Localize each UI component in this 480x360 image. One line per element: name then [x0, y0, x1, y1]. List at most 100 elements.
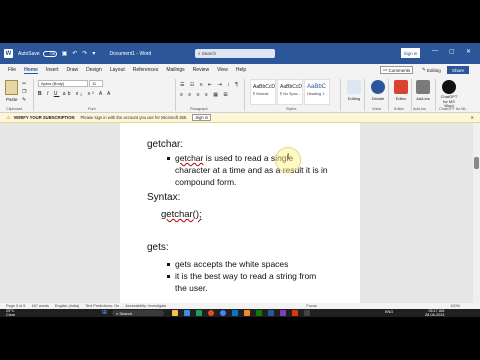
- gets-heading: gets:: [147, 242, 169, 253]
- editor-icon[interactable]: [394, 80, 408, 94]
- warning-icon: ⚠: [6, 114, 11, 121]
- language-indicator-tray[interactable]: ENG: [385, 310, 393, 314]
- title-search-box[interactable]: ⌕ Search: [195, 49, 275, 58]
- tab-help[interactable]: Help: [236, 67, 246, 73]
- page-count[interactable]: Page 3 of 5: [6, 304, 25, 308]
- sign-in-button[interactable]: Sign in: [401, 48, 420, 58]
- text-predictions[interactable]: Text Predictions: On: [85, 304, 119, 308]
- app-icon[interactable]: [244, 310, 250, 316]
- banner-close-icon[interactable]: ✕: [470, 115, 474, 120]
- tab-draw[interactable]: Draw: [66, 67, 78, 73]
- taskbar-search-placeholder: Search: [119, 310, 133, 316]
- font-name-dropdown[interactable]: Aptos (Body): [38, 80, 88, 87]
- app-icon[interactable]: [292, 310, 298, 316]
- autosave-toggle[interactable]: Off: [42, 50, 57, 57]
- ribbon-tabs: File Home Insert Draw Design Layout Refe…: [0, 64, 480, 76]
- gets-bullet2-line2: the user.: [175, 283, 208, 293]
- format-painter-icon[interactable]: ✎: [22, 97, 26, 103]
- banner-sign-in-button[interactable]: Sign in: [192, 114, 212, 121]
- editing-mode-button[interactable]: ✎ Editing: [420, 66, 443, 74]
- banner-title: VERIFY YOUR SUBSCRIPTION: [13, 115, 75, 120]
- syntax-heading: Syntax:: [147, 192, 181, 203]
- tab-layout[interactable]: Layout: [110, 67, 125, 73]
- app-icon[interactable]: [196, 310, 202, 316]
- editing-button-label: Editing: [347, 96, 361, 101]
- tab-review[interactable]: Review: [193, 67, 209, 73]
- browser-icon[interactable]: [208, 310, 214, 316]
- chatgpt-icon[interactable]: [442, 80, 456, 94]
- style-no-spacing[interactable]: AaBbCcD ¶ No Spac...: [277, 79, 303, 105]
- tab-mailings[interactable]: Mailings: [166, 67, 184, 73]
- copy-icon[interactable]: ❐: [22, 89, 26, 95]
- close-icon[interactable]: ✕: [466, 48, 471, 55]
- document-page[interactable]: getchar: getchar is used to read a singl…: [120, 123, 360, 303]
- chrome-icon[interactable]: [220, 310, 226, 316]
- find-icon[interactable]: [347, 80, 361, 94]
- paste-icon[interactable]: [5, 80, 18, 95]
- weather-widget[interactable]: 29°C Clear: [6, 309, 15, 317]
- subscription-banner: ⚠ VERIFY YOUR SUBSCRIPTION Please sign i…: [0, 113, 480, 123]
- cut-icon[interactable]: ✂: [22, 81, 26, 87]
- app-icon[interactable]: [232, 310, 238, 316]
- accessibility-status[interactable]: Accessibility: Investigate: [125, 304, 166, 308]
- gets-bullet2-line1: it is the best way to read a string from: [175, 271, 317, 281]
- zoom-level[interactable]: 100%: [450, 304, 460, 308]
- redo-icon[interactable]: ↷: [82, 50, 87, 57]
- tab-design[interactable]: Design: [86, 67, 102, 73]
- paragraph-buttons[interactable]: ☰ ☷ ≡ ⇤ ⇥ ↕ ¶: [180, 82, 240, 88]
- ribbon-separator: [411, 79, 412, 111]
- text-cursor-icon: I: [287, 152, 290, 161]
- addins-icon[interactable]: [416, 80, 430, 94]
- style-normal[interactable]: AaBbCcD ¶ Normal: [250, 79, 276, 105]
- gets-bullet1: gets accepts the white spaces: [175, 259, 289, 269]
- document-title: Document1 - Word: [109, 50, 152, 57]
- tab-home[interactable]: Home: [24, 67, 38, 74]
- customize-toolbar-icon[interactable]: ▾: [92, 50, 95, 57]
- align-buttons[interactable]: ≡ ≡ ≡ ≡ ▦ ⊞: [180, 92, 230, 98]
- tab-insert[interactable]: Insert: [46, 67, 59, 73]
- getchar-heading: getchar:: [147, 139, 184, 150]
- scrollbar-thumb[interactable]: [474, 157, 479, 169]
- word-logo-icon: W: [4, 49, 13, 58]
- taskbar-search[interactable]: ⌕ Search: [112, 310, 164, 316]
- language-indicator[interactable]: English (India): [55, 304, 79, 308]
- app-icon[interactable]: [280, 310, 286, 316]
- bullet-marker: [167, 263, 170, 266]
- microphone-icon[interactable]: [371, 80, 385, 94]
- undo-icon[interactable]: ↶: [72, 50, 77, 57]
- style-heading-1[interactable]: AaBbC Heading 1: [304, 79, 330, 105]
- restore-icon[interactable]: ▢: [449, 48, 455, 55]
- tab-view[interactable]: View: [217, 67, 228, 73]
- autosave-state: Off: [50, 51, 55, 56]
- style-sample: AaBbCcD: [280, 84, 302, 90]
- word-count[interactable]: 167 words: [31, 304, 49, 308]
- app-icon[interactable]: [304, 310, 310, 316]
- editing-mode-label: Editing: [427, 67, 441, 73]
- minimize-icon[interactable]: —: [432, 48, 438, 54]
- app-icon[interactable]: [256, 310, 262, 316]
- voice-group-label: Voice: [372, 107, 382, 111]
- system-clock[interactable]: 08:17 AM 28-06-2023: [425, 309, 444, 317]
- ribbon-separator: [340, 79, 341, 111]
- clock-date: 28-06-2023: [425, 313, 445, 317]
- format-buttons[interactable]: B I U ab x₂ x² A A: [38, 91, 112, 97]
- tab-references[interactable]: References: [133, 67, 159, 73]
- getchar-bullet-line3: compound form.: [175, 177, 237, 187]
- comments-button[interactable]: ▭ Comments: [380, 66, 414, 74]
- paste-label: Paste: [6, 97, 18, 102]
- vertical-scrollbar[interactable]: [473, 123, 480, 303]
- clipboard-group-label: Clipboard: [6, 107, 23, 111]
- document-area[interactable]: getchar: getchar is used to read a singl…: [0, 123, 480, 303]
- share-button[interactable]: Share: [447, 66, 469, 74]
- style-name: ¶ No Spac...: [280, 92, 301, 96]
- comments-label: Comments: [388, 67, 411, 73]
- save-icon[interactable]: ▣: [62, 50, 68, 57]
- tab-file[interactable]: File: [8, 67, 16, 73]
- app-icon[interactable]: [184, 310, 190, 316]
- file-explorer-icon[interactable]: [172, 310, 178, 316]
- word-taskbar-icon[interactable]: [268, 310, 274, 316]
- font-size-dropdown[interactable]: 11: [89, 80, 103, 87]
- windows-start-icon[interactable]: ⊞: [102, 309, 107, 316]
- banner-message: Please sign in with the account you use …: [80, 115, 188, 120]
- focus-button[interactable]: Focus: [306, 304, 316, 308]
